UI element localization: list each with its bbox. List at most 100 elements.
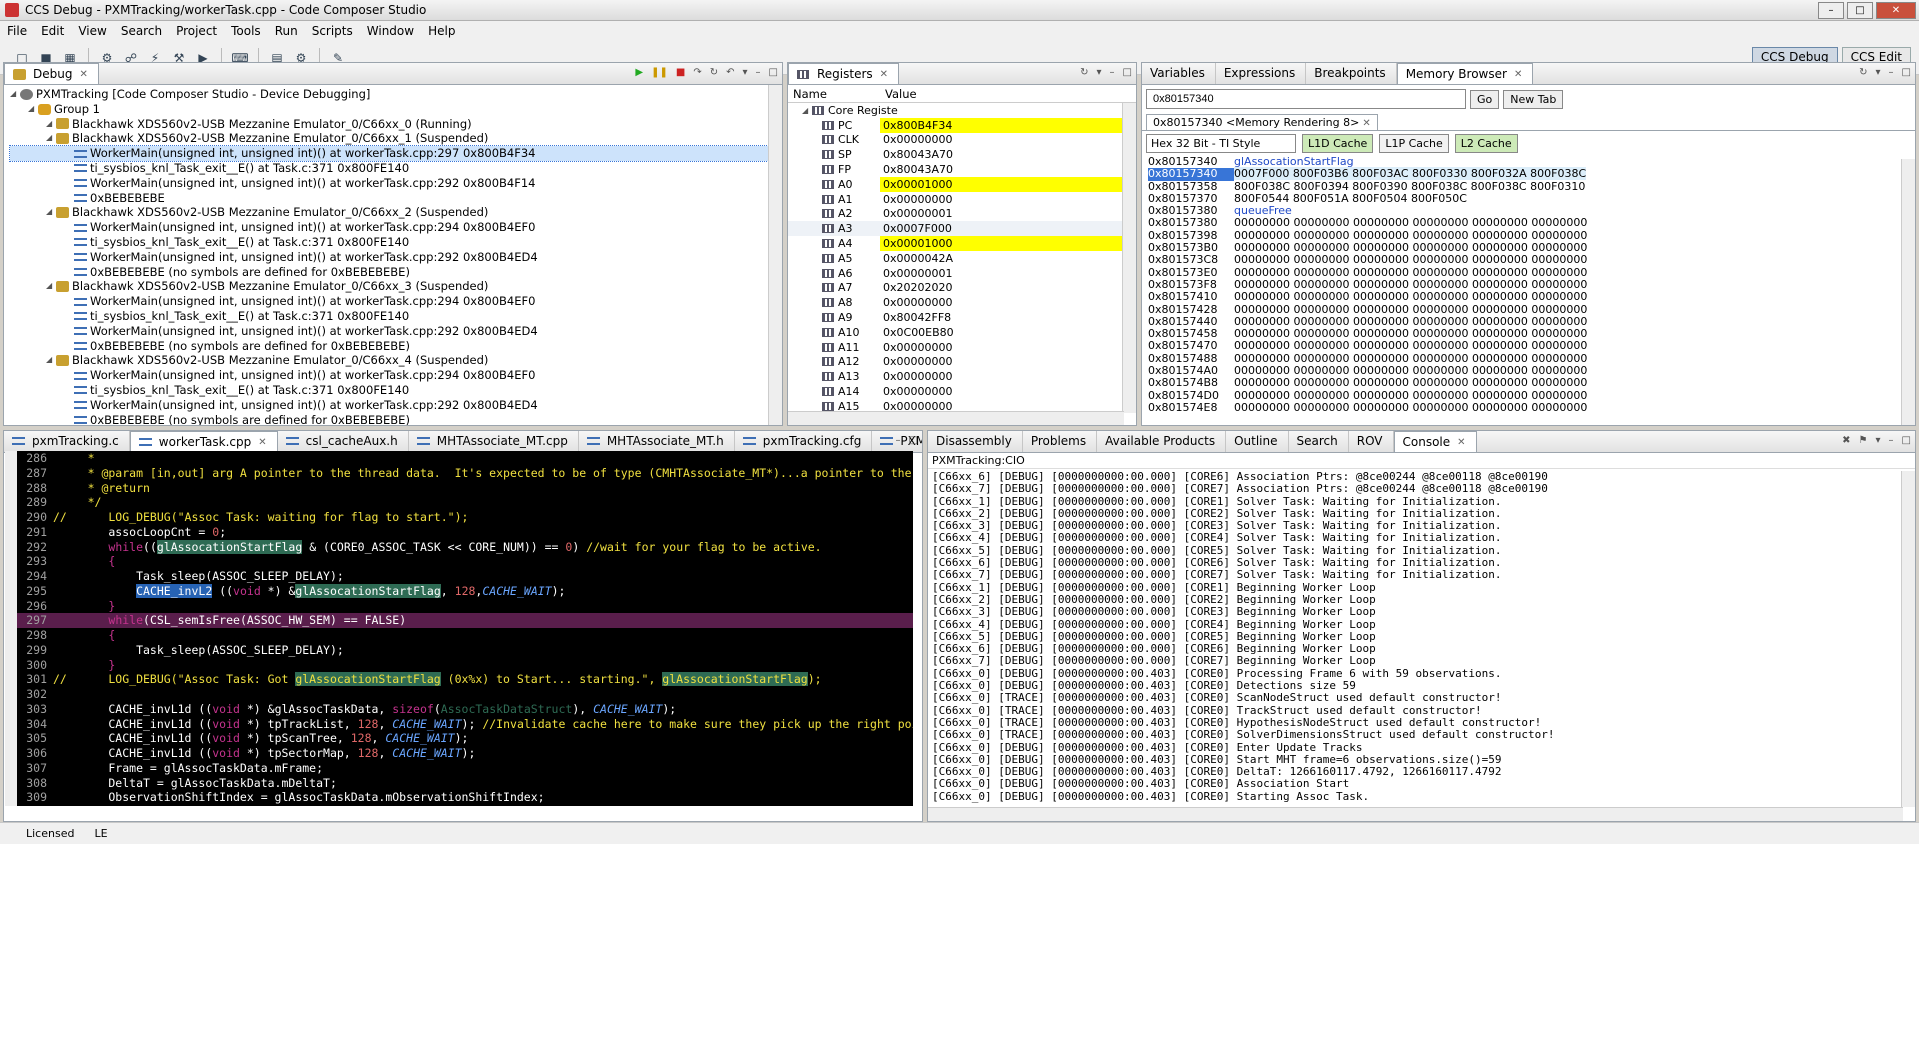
close-icon[interactable]: ✕: [79, 69, 87, 80]
memory-data[interactable]: 00000000 00000000 00000000 00000000 0000…: [1234, 216, 1587, 229]
register-row[interactable]: A3 0x0007F000: [788, 221, 1136, 237]
debug-tree-row[interactable]: WorkerMain(unsigned int, unsigned int)()…: [10, 176, 782, 191]
register-row[interactable]: A0 0x00001000: [788, 176, 1136, 192]
register-value[interactable]: 0x00000000: [880, 384, 1124, 399]
debug-tree-row[interactable]: WorkerMain(unsigned int, unsigned int)()…: [10, 368, 782, 383]
tab-registers[interactable]: Registers ✕: [788, 63, 900, 84]
tab-expressions[interactable]: Expressions: [1216, 63, 1307, 84]
register-row[interactable]: PC 0x800B4F34: [788, 117, 1136, 133]
register-value[interactable]: 0x0007F000: [880, 221, 1124, 236]
tab-csl-cacheaux-h[interactable]: csl_cacheAux.h: [278, 431, 409, 452]
register-row[interactable]: A9 0x80042FF8: [788, 310, 1136, 325]
code-editor[interactable]: 286 * 287 * @param [in,out] arg A pointe…: [5, 451, 913, 806]
expand-icon[interactable]: ◢: [46, 131, 56, 146]
register-row[interactable]: A7 0x20202020: [788, 281, 1136, 296]
memory-scrollbar[interactable]: [1901, 159, 1915, 425]
memory-data[interactable]: 0007F000 800F03B6 800F03AC 800F0330 800F…: [1234, 167, 1587, 181]
collapse-icon[interactable]: ◢: [802, 106, 812, 115]
tab-pxmtracking-c[interactable]: pxmTracking.c: [4, 431, 130, 452]
debug-tree-row[interactable]: ◢ PXMTracking [Code Composer Studio - Dev…: [10, 87, 782, 102]
debug-tree-row[interactable]: 0xBEBEBEBE (no symbols are defined for 0…: [10, 413, 782, 425]
debug-tree-row[interactable]: ◢ Group 1: [10, 102, 782, 117]
memory-data[interactable]: 00000000 00000000 00000000 00000000 0000…: [1234, 339, 1587, 352]
view-menu-icon[interactable]: ▾: [743, 67, 748, 78]
register-row[interactable]: A14 0x00000000: [788, 384, 1136, 399]
memory-data[interactable]: 00000000 00000000 00000000 00000000 0000…: [1234, 401, 1587, 414]
menu-file[interactable]: File: [0, 24, 34, 38]
tab-breakpoints[interactable]: Breakpoints: [1306, 63, 1397, 84]
memory-data[interactable]: 00000000 00000000 00000000 00000000 0000…: [1234, 389, 1587, 402]
menu-run[interactable]: Run: [268, 24, 305, 38]
debug-tree-row[interactable]: WorkerMain(unsigned int, unsigned int)()…: [9, 145, 782, 162]
step-over-icon[interactable]: ↻: [710, 67, 718, 78]
minimize-icon[interactable]: –: [1889, 67, 1894, 78]
register-value[interactable]: 0x00000001: [880, 207, 1124, 222]
go-button[interactable]: Go: [1470, 89, 1500, 109]
registers-hscrollbar[interactable]: [788, 411, 1124, 425]
memory-data[interactable]: 00000000 00000000 00000000 00000000 0000…: [1234, 229, 1587, 242]
maximize-icon[interactable]: □: [1902, 67, 1911, 78]
register-value[interactable]: 0x20202020: [880, 281, 1124, 296]
close-icon[interactable]: ✕: [1514, 69, 1522, 80]
tab-console[interactable]: Console ✕: [1393, 431, 1477, 452]
debug-tree-row[interactable]: 0xBEBEBEBE: [10, 191, 782, 206]
register-value[interactable]: 0x80043A70: [880, 162, 1124, 177]
register-value[interactable]: 0x0000042A: [880, 251, 1124, 266]
step-into-icon[interactable]: ↷: [693, 67, 701, 78]
memory-data[interactable]: 00000000 00000000 00000000 00000000 0000…: [1234, 303, 1587, 316]
view-menu-icon[interactable]: ▾: [1876, 67, 1881, 78]
register-row[interactable]: FP 0x80043A70: [788, 162, 1136, 177]
tab-problems[interactable]: Problems: [1023, 431, 1098, 452]
tab-disassembly[interactable]: Disassembly: [928, 431, 1023, 452]
tab-available-products[interactable]: Available Products: [1097, 431, 1227, 452]
expand-icon[interactable]: ◢: [46, 353, 56, 368]
menu-help[interactable]: Help: [421, 24, 462, 38]
l1p-cache-checkbox[interactable]: L1P Cache: [1379, 134, 1449, 153]
tab-mhtassociate-mt-h[interactable]: MHTAssociate_MT.h: [579, 431, 735, 452]
close-icon[interactable]: ✕: [258, 437, 266, 448]
pin-icon[interactable]: ⚑: [1859, 435, 1868, 446]
memory-data[interactable]: 00000000 00000000 00000000 00000000 0000…: [1234, 376, 1587, 389]
debug-tree-row[interactable]: WorkerMain(unsigned int, unsigned int)()…: [10, 294, 782, 309]
debug-tree-row[interactable]: ti_sysbios_knl_Task_exit__E() at Task.c:…: [10, 161, 782, 176]
register-value[interactable]: 0x00001000: [880, 236, 1124, 251]
register-row[interactable]: A13 0x00000000: [788, 369, 1136, 384]
tab-workertask-cpp[interactable]: workerTask.cpp ✕: [129, 431, 278, 452]
memory-data[interactable]: 00000000 00000000 00000000 00000000 0000…: [1234, 278, 1587, 291]
tab-variables[interactable]: Variables: [1142, 63, 1216, 84]
register-value[interactable]: 0x80042FF8: [880, 310, 1124, 325]
terminate-icon[interactable]: ■: [676, 67, 685, 78]
debug-tree-row[interactable]: WorkerMain(unsigned int, unsigned int)()…: [10, 324, 782, 339]
register-group[interactable]: ◢ Core Registe: [788, 103, 1136, 118]
tab-memory-browser[interactable]: Memory Browser ✕: [1396, 63, 1534, 84]
menu-tools[interactable]: Tools: [224, 24, 268, 38]
close-icon[interactable]: ✕: [1457, 437, 1465, 448]
memory-symbol[interactable]: glAssocationStartFlag: [1234, 155, 1354, 168]
register-row[interactable]: A12 0x00000000: [788, 355, 1136, 370]
menu-view[interactable]: View: [71, 24, 113, 38]
register-value[interactable]: 0x00001000: [880, 176, 1124, 192]
memory-data[interactable]: 800F038C 800F0394 800F0390 800F038C 800F…: [1234, 180, 1585, 193]
memory-data[interactable]: 00000000 00000000 00000000 00000000 0000…: [1234, 266, 1587, 279]
register-value[interactable]: 0x00000000: [880, 355, 1124, 370]
debug-tree-row[interactable]: ◢ Blackhawk XDS560v2-USB Mezzanine Emulat…: [10, 279, 782, 294]
menu-project[interactable]: Project: [169, 24, 224, 38]
memory-data[interactable]: 00000000 00000000 00000000 00000000 0000…: [1234, 241, 1587, 254]
register-value[interactable]: 0x80043A70: [880, 147, 1124, 162]
minimize-icon[interactable]: –: [896, 435, 901, 446]
debug-tree-row[interactable]: 0xBEBEBEBE (no symbols are defined for 0…: [10, 339, 782, 354]
register-row[interactable]: A6 0x00000001: [788, 266, 1136, 281]
tab-outline[interactable]: Outline: [1226, 431, 1289, 452]
debug-tree-row[interactable]: ◢ Blackhawk XDS560v2-USB Mezzanine Emulat…: [10, 205, 782, 220]
maximize-button[interactable]: □: [1847, 1, 1873, 19]
register-value[interactable]: 0x00000000: [880, 133, 1124, 148]
menu-scripts[interactable]: Scripts: [305, 24, 360, 38]
view-menu-icon[interactable]: ▾: [1097, 67, 1102, 78]
close-button[interactable]: ✕: [1876, 1, 1916, 19]
console-scrollbar[interactable]: [1901, 471, 1915, 807]
expand-icon[interactable]: ◢: [46, 279, 56, 294]
register-row[interactable]: A11 0x00000000: [788, 340, 1136, 355]
tab-rov[interactable]: ROV: [1349, 431, 1394, 452]
tab-mhtassociate-mt-cpp[interactable]: MHTAssociate_MT.cpp: [409, 431, 579, 452]
memory-address-input[interactable]: [1146, 89, 1466, 109]
